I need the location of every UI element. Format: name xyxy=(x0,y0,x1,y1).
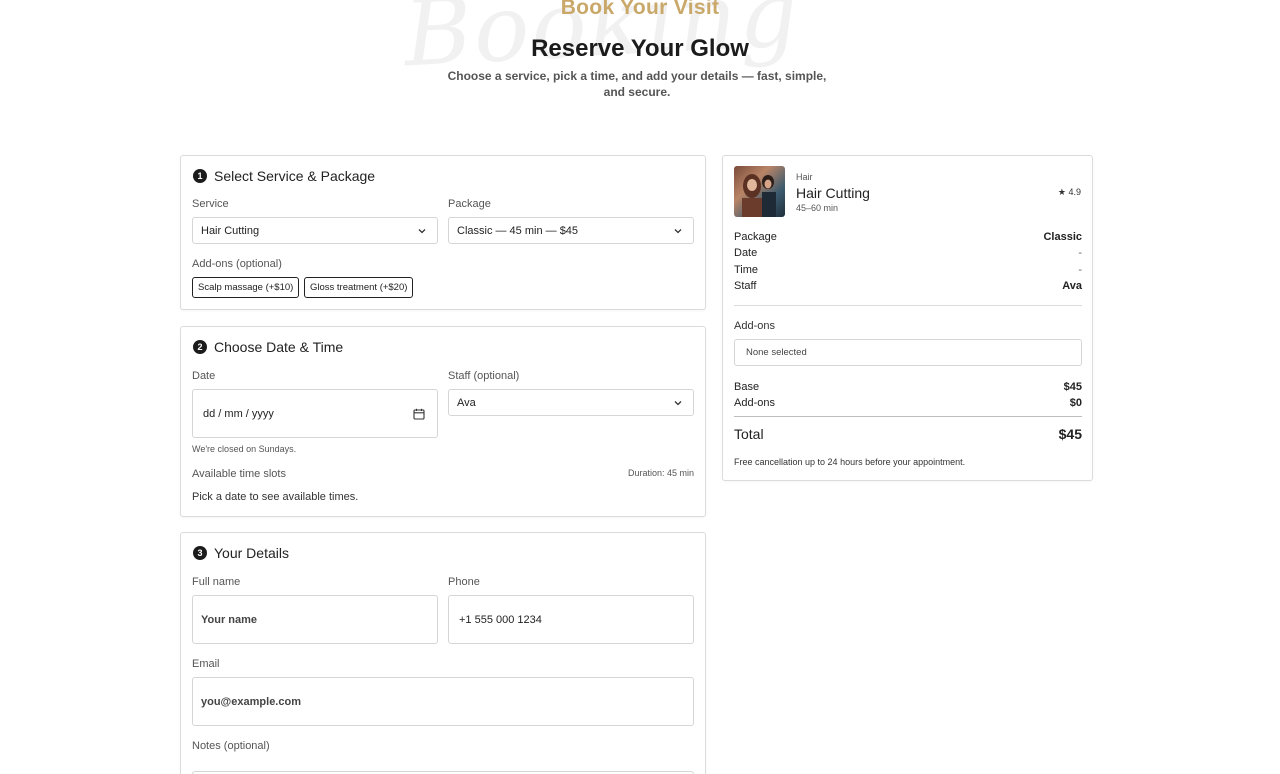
summary-row-value: $0 xyxy=(1069,397,1082,409)
summary-row-value: - xyxy=(1078,264,1082,276)
page-subtitle: Choose a service, pick a time, and add y… xyxy=(447,69,827,99)
full-name-input[interactable]: Your name xyxy=(192,595,438,644)
summary-row-value: Classic xyxy=(1043,231,1082,243)
service-thumbnail xyxy=(734,166,785,217)
summary-row-value: - xyxy=(1078,247,1082,259)
summary-row-label: Base xyxy=(734,381,760,393)
card-title-text: Choose Date & Time xyxy=(214,339,344,355)
summary-addons-value: None selected xyxy=(746,347,807,358)
summary-addons-label: Add-ons xyxy=(734,320,775,332)
package-label: Package xyxy=(448,198,491,210)
chevron-down-icon xyxy=(418,228,426,233)
staff-select-value: Ava xyxy=(457,396,476,409)
total-label: Total xyxy=(734,426,764,442)
addons-label: Add-ons (optional) xyxy=(192,258,282,270)
summary-row-label: Date xyxy=(734,247,758,259)
step-number-badge: 1 xyxy=(193,169,207,183)
card-title-text: Your Details xyxy=(214,545,289,561)
divider xyxy=(734,305,1082,306)
details-card: 3 Your Details Full name Your name Phone… xyxy=(180,532,706,774)
card-title: 1 Select Service & Package xyxy=(193,168,375,184)
slots-hint: Pick a date to see available times. xyxy=(192,491,359,503)
email-label: Email xyxy=(192,658,220,670)
service-select-value: Hair Cutting xyxy=(201,224,260,237)
addon-chip-scalp-massage[interactable]: Scalp massage (+$10) xyxy=(192,277,300,298)
full-name-placeholder: Your name xyxy=(201,613,258,626)
date-time-card: 2 Choose Date & Time Date dd / mm / yyyy… xyxy=(180,326,706,517)
summary-row-total: Total $45 xyxy=(734,426,1082,442)
summary-row-package: Package Classic xyxy=(734,231,1082,243)
email-input[interactable]: you@example.com xyxy=(192,677,694,726)
summary-row-label: Staff xyxy=(734,280,757,292)
full-name-label: Full name xyxy=(192,576,241,588)
slots-label: Available time slots xyxy=(192,468,286,480)
step-number-badge: 3 xyxy=(193,546,207,560)
email-placeholder: you@example.com xyxy=(201,695,301,708)
service-select[interactable]: Hair Cutting xyxy=(192,217,438,244)
package-select[interactable]: Classic — 45 min — $45 xyxy=(448,217,694,244)
hero-eyebrow: Book Your Visit xyxy=(560,0,720,19)
summary-row-value: Ava xyxy=(1062,280,1082,292)
phone-input[interactable]: +1 555 000 1234 xyxy=(448,595,694,644)
service-package-card: 1 Select Service & Package Service Hair … xyxy=(180,155,706,310)
date-label: Date xyxy=(192,370,216,382)
cancellation-policy: Free cancellation up to 24 hours before … xyxy=(734,457,966,467)
staff-label: Staff (optional) xyxy=(448,370,520,382)
hero-header: Booking Book Your Visit Reserve Your Glo… xyxy=(0,0,1280,110)
date-input[interactable]: dd / mm / yyyy xyxy=(192,389,438,438)
service-name: Hair Cutting xyxy=(796,185,870,201)
addon-chip-gloss-treatment[interactable]: Gloss treatment (+$20) xyxy=(304,277,414,298)
card-title: 2 Choose Date & Time xyxy=(193,339,343,355)
summary-row-base: Base $45 xyxy=(734,381,1082,393)
service-photo-icon xyxy=(742,174,776,217)
total-value: $45 xyxy=(1058,426,1082,442)
card-title-text: Select Service & Package xyxy=(214,168,376,184)
rating-badge: ★ 4.9 xyxy=(1057,187,1081,197)
summary-row-time: Time - xyxy=(734,264,1082,276)
service-label: Service xyxy=(192,198,229,210)
summary-row-date: Date - xyxy=(734,247,1082,259)
date-input-placeholder: dd / mm / yyyy xyxy=(203,407,274,420)
duration-label: Duration: 45 min xyxy=(627,468,694,478)
divider xyxy=(734,416,1082,417)
summary-row-addons-cost: Add-ons $0 xyxy=(734,397,1082,409)
step-number-badge: 2 xyxy=(193,340,207,354)
service-duration: 45–60 min xyxy=(796,203,839,213)
summary-row-label: Add-ons xyxy=(734,397,775,409)
page-title: Reserve Your Glow xyxy=(531,35,749,62)
summary-addons-box: None selected xyxy=(734,339,1082,366)
phone-label: Phone xyxy=(448,576,480,588)
card-title: 3 Your Details xyxy=(193,545,289,561)
closed-note: We're closed on Sundays. xyxy=(192,444,297,454)
summary-row-staff: Staff Ava xyxy=(734,280,1082,292)
staff-select[interactable]: Ava xyxy=(448,389,694,416)
service-category: Hair xyxy=(796,172,813,182)
phone-placeholder: +1 555 000 1234 xyxy=(459,613,542,626)
summary-row-value: $45 xyxy=(1063,381,1082,393)
notes-label: Notes (optional) xyxy=(192,740,270,752)
summary-row-label: Package xyxy=(734,231,777,243)
package-select-value: Classic — 45 min — $45 xyxy=(457,224,579,237)
calendar-icon[interactable] xyxy=(413,408,425,420)
summary-row-label: Time xyxy=(734,264,759,276)
booking-summary-card: Hair Hair Cutting 45–60 min ★ 4.9 Packag… xyxy=(722,155,1093,481)
chevron-down-icon xyxy=(674,228,682,233)
chevron-down-icon xyxy=(674,400,682,405)
